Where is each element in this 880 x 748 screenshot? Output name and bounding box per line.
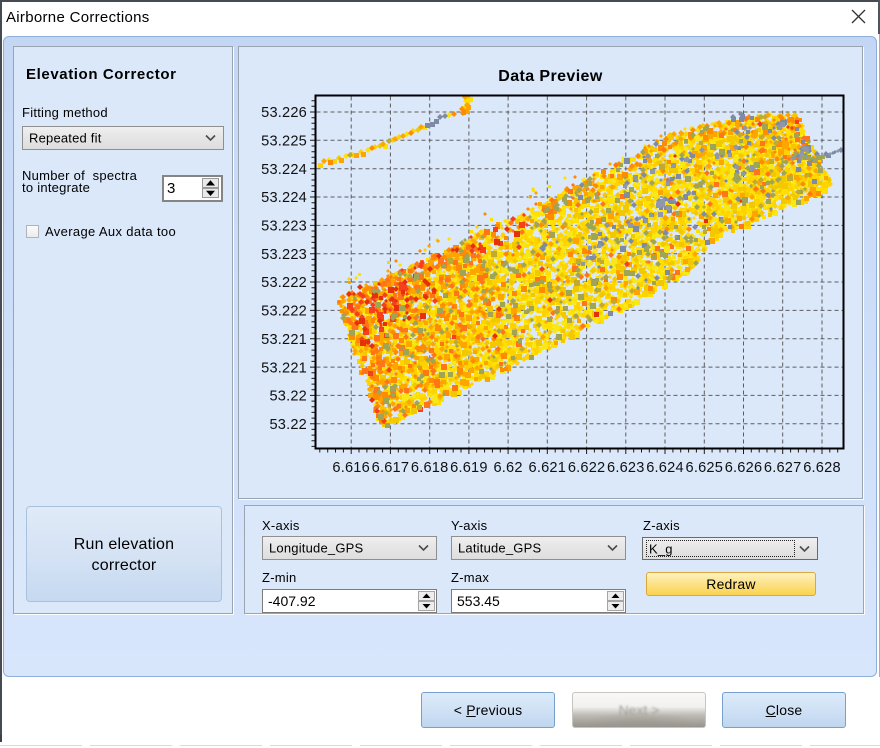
svg-text:6.628: 6.628: [803, 460, 841, 476]
svg-text:53.224: 53.224: [261, 190, 307, 206]
svg-text:6.62: 6.62: [493, 460, 522, 476]
svg-text:53.226: 53.226: [261, 105, 307, 121]
svg-text:6.618: 6.618: [411, 460, 449, 476]
svg-text:6.621: 6.621: [529, 460, 567, 476]
svg-text:53.221: 53.221: [261, 332, 307, 348]
svg-text:6.619: 6.619: [450, 460, 488, 476]
svg-text:53.223: 53.223: [261, 247, 307, 263]
svg-text:6.616: 6.616: [332, 460, 370, 476]
svg-text:53.22: 53.22: [269, 417, 307, 433]
svg-text:53.222: 53.222: [261, 275, 307, 291]
svg-text:53.225: 53.225: [261, 134, 307, 150]
svg-text:6.626: 6.626: [725, 460, 763, 476]
svg-text:6.622: 6.622: [568, 460, 606, 476]
svg-text:53.223: 53.223: [261, 219, 307, 235]
svg-text:53.221: 53.221: [261, 360, 307, 376]
svg-text:53.224: 53.224: [261, 162, 307, 178]
svg-text:6.624: 6.624: [646, 460, 684, 476]
svg-text:6.623: 6.623: [607, 460, 645, 476]
svg-text:53.22: 53.22: [269, 389, 307, 405]
svg-text:6.617: 6.617: [372, 460, 410, 476]
svg-text:53.222: 53.222: [261, 304, 307, 320]
svg-text:6.627: 6.627: [764, 460, 802, 476]
svg-text:6.625: 6.625: [686, 460, 724, 476]
